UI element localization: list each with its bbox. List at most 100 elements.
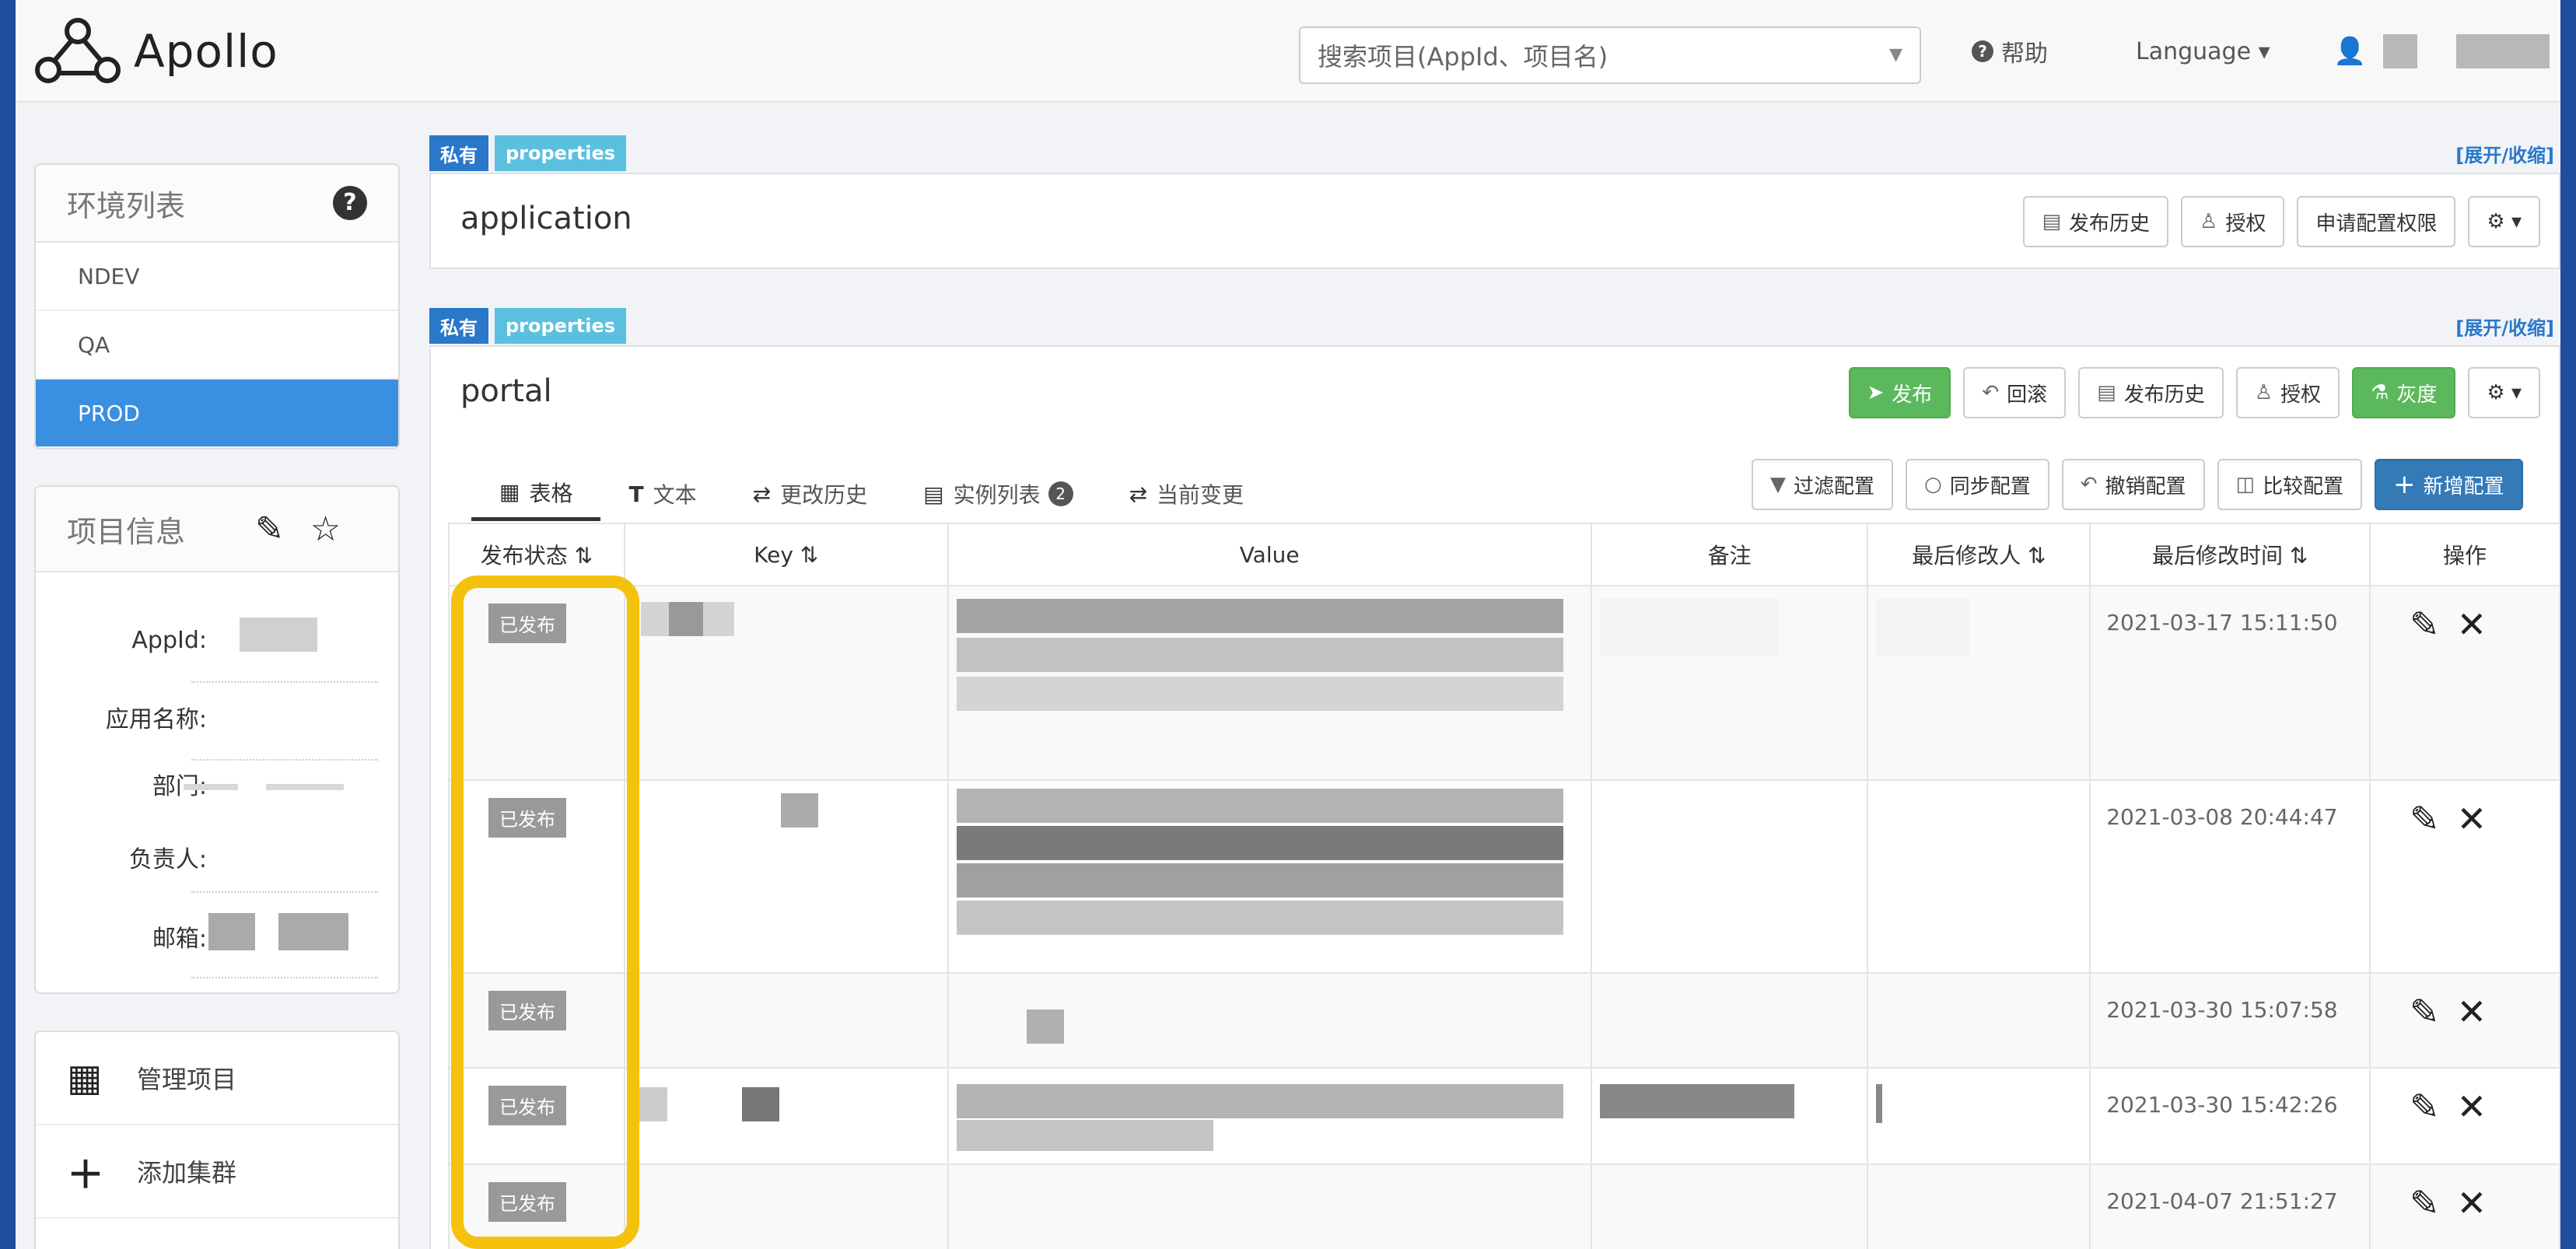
- gray-release-button[interactable]: ⚗ 灰度: [2352, 367, 2456, 418]
- config-table: 发布状态 ⇅ Key ⇅ Value 备注 最后修改人 ⇅ 最后修改时间 ⇅ 操…: [448, 523, 2560, 1249]
- compare-icon: ◫: [2235, 473, 2256, 496]
- btn-label: 发布历史: [2123, 383, 2205, 407]
- env-list-panel: 环境列表 ? NDEV QA PROD: [34, 163, 400, 450]
- env-list-title: 环境列表: [67, 188, 186, 223]
- instance-count-badge: 2: [1048, 481, 1073, 506]
- env-list-header: 环境列表 ?: [36, 165, 398, 243]
- info-row-owner: 负责人:: [36, 813, 398, 899]
- delete-icon[interactable]: ✕: [2457, 1182, 2487, 1224]
- publish-button[interactable]: ➤ 发布: [1848, 367, 1951, 418]
- delete-icon[interactable]: ✕: [2457, 798, 2487, 840]
- release-history-button[interactable]: ▤ 发布历史: [2078, 367, 2224, 418]
- rollback-button[interactable]: ↶ 回滚: [1963, 367, 2067, 418]
- env-item-prod[interactable]: PROD: [36, 380, 398, 448]
- format-tag: properties: [495, 135, 627, 171]
- btn-label: 发布: [1892, 383, 1933, 407]
- help-icon[interactable]: ?: [333, 186, 367, 220]
- dept-value-blurred: [266, 784, 344, 790]
- help-link[interactable]: ? 帮助: [1972, 0, 2048, 103]
- col-header-key[interactable]: Key ⇅: [623, 523, 949, 586]
- key-cell: [623, 585, 949, 781]
- comment-blurred: [1599, 599, 1779, 656]
- expand-toggle[interactable]: [展开/收缩]: [2455, 313, 2554, 340]
- menu-label: 管理项目: [137, 1065, 237, 1094]
- star-icon[interactable]: ☆: [310, 509, 341, 549]
- tab-change-history[interactable]: ⇄ 更改历史: [725, 467, 895, 521]
- menu-item-add-cluster[interactable]: ＋ 添加集群: [36, 1125, 398, 1219]
- tab-current-changes[interactable]: ⇄ 当前变更: [1101, 467, 1272, 521]
- search-input[interactable]: 搜索项目(AppId、项目名) ▼: [1299, 26, 1921, 84]
- app-frame: Apollo 搜索项目(AppId、项目名) ▼ ? 帮助 Language ▾…: [16, 0, 2560, 1249]
- btn-label: 授权: [2225, 212, 2266, 236]
- modified-time: 2021-03-30 15:42:26: [2106, 1092, 2338, 1118]
- tab-table[interactable]: ▦ 表格: [471, 467, 601, 521]
- btn-label: 比较配置: [2263, 474, 2344, 499]
- settings-dropdown[interactable]: ⚙ ▾: [2468, 367, 2540, 418]
- release-history-button[interactable]: ▤ 发布历史: [2023, 196, 2169, 247]
- project-info-panel: 项目信息 ✎ ☆ AppId: 应用名称: 部门: 负责人: 邮箱:: [34, 485, 400, 994]
- expand-toggle[interactable]: [展开/收缩]: [2455, 140, 2554, 167]
- authorize-button[interactable]: ♙ 授权: [2181, 196, 2285, 247]
- namespace-title: application: [460, 201, 632, 236]
- authorize-button[interactable]: ♙ 授权: [2235, 367, 2340, 418]
- edit-icon[interactable]: ✎: [2410, 798, 2440, 840]
- value-cell: [947, 779, 1592, 974]
- edit-icon[interactable]: ✎: [2410, 604, 2440, 645]
- col-header-value: Value: [947, 523, 1592, 586]
- compare-config-button[interactable]: ◫ 比较配置: [2217, 459, 2363, 510]
- actions-cell: ✎ ✕: [2369, 1067, 2560, 1165]
- chevron-down-icon[interactable]: ▼: [1889, 45, 1902, 65]
- comment-blurred: [1599, 1084, 1794, 1118]
- edit-icon[interactable]: ✎: [2410, 991, 2440, 1033]
- btn-label: 授权: [2280, 383, 2322, 407]
- user-menu[interactable]: 👤 ▾: [2333, 0, 2560, 103]
- env-item-ndev[interactable]: NDEV: [36, 243, 398, 311]
- table-icon: ▦: [499, 479, 520, 505]
- comment-cell: [1590, 585, 1869, 781]
- edit-icon[interactable]: ✎: [2410, 1182, 2440, 1224]
- menu-item-manage-project[interactable]: ▦ 管理项目: [36, 1032, 398, 1125]
- email-label: 邮箱:: [152, 925, 207, 953]
- calendar-icon: ▤: [2042, 210, 2062, 233]
- table-header-row: 发布状态 ⇅ Key ⇅ Value 备注 最后修改人 ⇅ 最后修改时间 ⇅ 操…: [448, 523, 2560, 586]
- modified-time: 2021-03-30 15:07:58: [2106, 997, 2338, 1023]
- table-row: 已发布 2021-03-08 20:44:47 ✎ ✕: [448, 779, 2560, 974]
- modified-time: 2021-03-17 15:11:50: [2106, 610, 2338, 635]
- delete-icon[interactable]: ✕: [2457, 604, 2487, 645]
- undo-icon: ↶: [1982, 381, 2000, 404]
- settings-dropdown[interactable]: ⚙ ▾: [2468, 196, 2540, 247]
- btn-label: 新增配置: [2423, 474, 2504, 499]
- list-icon: ▤: [923, 481, 944, 507]
- env-item-qa[interactable]: QA: [36, 311, 398, 380]
- user-icon: ♙: [2254, 381, 2273, 404]
- comment-cell: [1590, 972, 1869, 1069]
- edit-icon[interactable]: ✎: [255, 509, 284, 549]
- edit-icon[interactable]: ✎: [2410, 1086, 2440, 1128]
- col-header-modifier[interactable]: 最后修改人 ⇅: [1867, 523, 2091, 586]
- sync-config-button[interactable]: ○ 同步配置: [1906, 459, 2049, 510]
- config-toolbar: ▼ 过滤配置 ○ 同步配置 ↶ 撤销配置 ◫ 比较配置 + 新增配置: [1752, 459, 2523, 510]
- apps-icon: ▦: [67, 1056, 103, 1100]
- add-config-button[interactable]: + 新增配置: [2375, 459, 2523, 510]
- revoke-config-button[interactable]: ↶ 撤销配置: [2061, 459, 2205, 510]
- delete-icon[interactable]: ✕: [2457, 991, 2487, 1033]
- value-cell: [947, 972, 1592, 1069]
- top-navbar: Apollo 搜索项目(AppId、项目名) ▼ ? 帮助 Language ▾…: [16, 0, 2560, 103]
- request-permission-button[interactable]: 申请配置权限: [2297, 196, 2456, 247]
- tab-instance-list[interactable]: ▤ 实例列表 2: [895, 467, 1101, 521]
- tab-text[interactable]: T 文本: [600, 467, 724, 521]
- calendar-icon: ▤: [2097, 381, 2116, 404]
- modified-time-cell: 2021-03-08 20:44:47: [2089, 779, 2371, 974]
- filter-config-button[interactable]: ▼ 过滤配置: [1752, 459, 1894, 510]
- view-tabs: ▦ 表格 T 文本 ⇄ 更改历史 ▤ 实例列表 2 ⇄ 当前变更: [471, 467, 1272, 521]
- tab-label: 表格: [529, 480, 573, 506]
- help-label: 帮助: [2001, 40, 2048, 68]
- col-header-modified-time[interactable]: 最后修改时间 ⇅: [2089, 523, 2371, 586]
- delete-icon[interactable]: ✕: [2457, 1086, 2487, 1128]
- username-blurred: [2456, 34, 2550, 68]
- language-dropdown[interactable]: Language ▾: [2136, 0, 2270, 103]
- key-cell: [623, 972, 949, 1069]
- logo[interactable]: Apollo: [31, 14, 278, 89]
- namespace-tags: 私有 properties: [429, 308, 627, 344]
- flask-icon: ⚗: [2371, 381, 2389, 404]
